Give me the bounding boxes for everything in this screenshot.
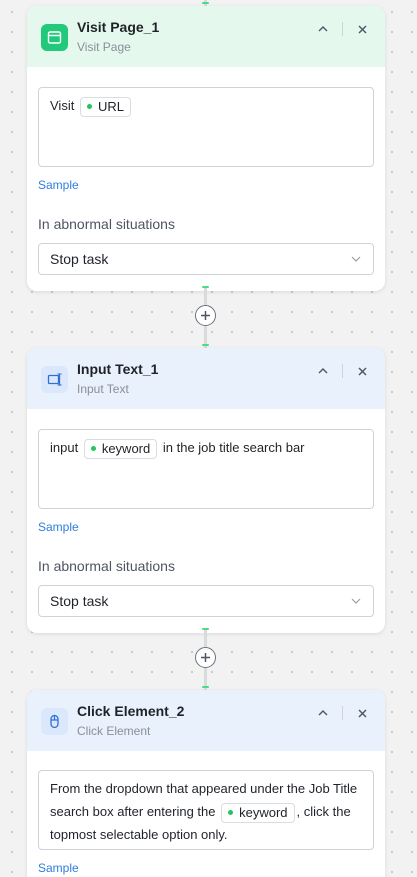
node-title: Visit Page_1 bbox=[77, 19, 160, 35]
node-header: Visit Page_1 Visit Page bbox=[27, 6, 385, 67]
sample-link[interactable]: Sample bbox=[38, 861, 374, 875]
description-field[interactable]: Visit URL bbox=[38, 87, 374, 167]
variable-chip-keyword[interactable]: keyword bbox=[221, 802, 295, 823]
sample-link[interactable]: Sample bbox=[38, 178, 374, 192]
variable-dot-icon bbox=[228, 810, 234, 816]
variable-chip-label: keyword bbox=[101, 440, 151, 456]
collapse-chevron-up-icon[interactable] bbox=[312, 18, 334, 40]
close-icon[interactable] bbox=[351, 702, 373, 724]
collapse-chevron-up-icon[interactable] bbox=[312, 702, 334, 724]
node-title: Input Text_1 bbox=[77, 361, 159, 377]
divider bbox=[342, 706, 343, 720]
browser-window-icon bbox=[41, 24, 68, 51]
node-header: Input Text_1 Input Text bbox=[27, 348, 385, 409]
keyboard-input-icon bbox=[41, 366, 68, 393]
connector-tick bbox=[202, 686, 209, 688]
variable-chip-label: URL bbox=[97, 98, 124, 114]
abnormal-situations-label: In abnormal situations bbox=[38, 558, 175, 574]
add-step-button[interactable] bbox=[195, 647, 216, 668]
connector-tick bbox=[202, 286, 209, 288]
abnormal-action-select[interactable]: Stop task bbox=[38, 243, 374, 275]
chevron-down-icon bbox=[351, 256, 361, 262]
node-subtitle: Visit Page bbox=[77, 40, 131, 54]
sample-link[interactable]: Sample bbox=[38, 520, 374, 534]
divider bbox=[342, 22, 343, 36]
node-subtitle: Click Element bbox=[77, 724, 151, 738]
variable-dot-icon bbox=[90, 446, 96, 452]
collapse-chevron-up-icon[interactable] bbox=[312, 360, 334, 382]
close-icon[interactable] bbox=[351, 18, 373, 40]
add-step-button[interactable] bbox=[195, 305, 216, 326]
divider bbox=[342, 364, 343, 378]
connector-tick bbox=[202, 344, 209, 346]
description-text: input bbox=[50, 440, 79, 455]
node-card-click-element[interactable]: Click Element_2 Click Element From the d… bbox=[27, 690, 385, 877]
abnormal-action-select[interactable]: Stop task bbox=[38, 585, 374, 617]
description-field[interactable]: input keyword in the job title search ba… bbox=[38, 429, 374, 509]
variable-chip-label: keyword bbox=[239, 804, 288, 820]
connector-tick bbox=[202, 628, 209, 630]
connector-tick bbox=[202, 2, 209, 4]
node-subtitle: Input Text bbox=[77, 382, 129, 396]
node-title: Click Element_2 bbox=[77, 703, 185, 719]
variable-dot-icon bbox=[86, 104, 92, 110]
node-card-input-text[interactable]: Input Text_1 Input Text input keyword in… bbox=[27, 348, 385, 633]
node-header: Click Element_2 Click Element bbox=[27, 690, 385, 751]
chevron-down-icon bbox=[351, 598, 361, 604]
description-text: Visit bbox=[50, 98, 75, 113]
variable-chip-keyword[interactable]: keyword bbox=[83, 438, 158, 459]
description-text: in the job title search bar bbox=[162, 440, 305, 455]
select-value: Stop task bbox=[50, 593, 109, 609]
abnormal-situations-label: In abnormal situations bbox=[38, 216, 175, 232]
mouse-icon bbox=[41, 708, 68, 735]
close-icon[interactable] bbox=[351, 360, 373, 382]
variable-chip-url[interactable]: URL bbox=[79, 96, 131, 117]
description-field[interactable]: From the dropdown that appeared under th… bbox=[38, 770, 374, 850]
select-value: Stop task bbox=[50, 251, 109, 267]
node-card-visit-page[interactable]: Visit Page_1 Visit Page Visit URL Sample… bbox=[27, 6, 385, 291]
